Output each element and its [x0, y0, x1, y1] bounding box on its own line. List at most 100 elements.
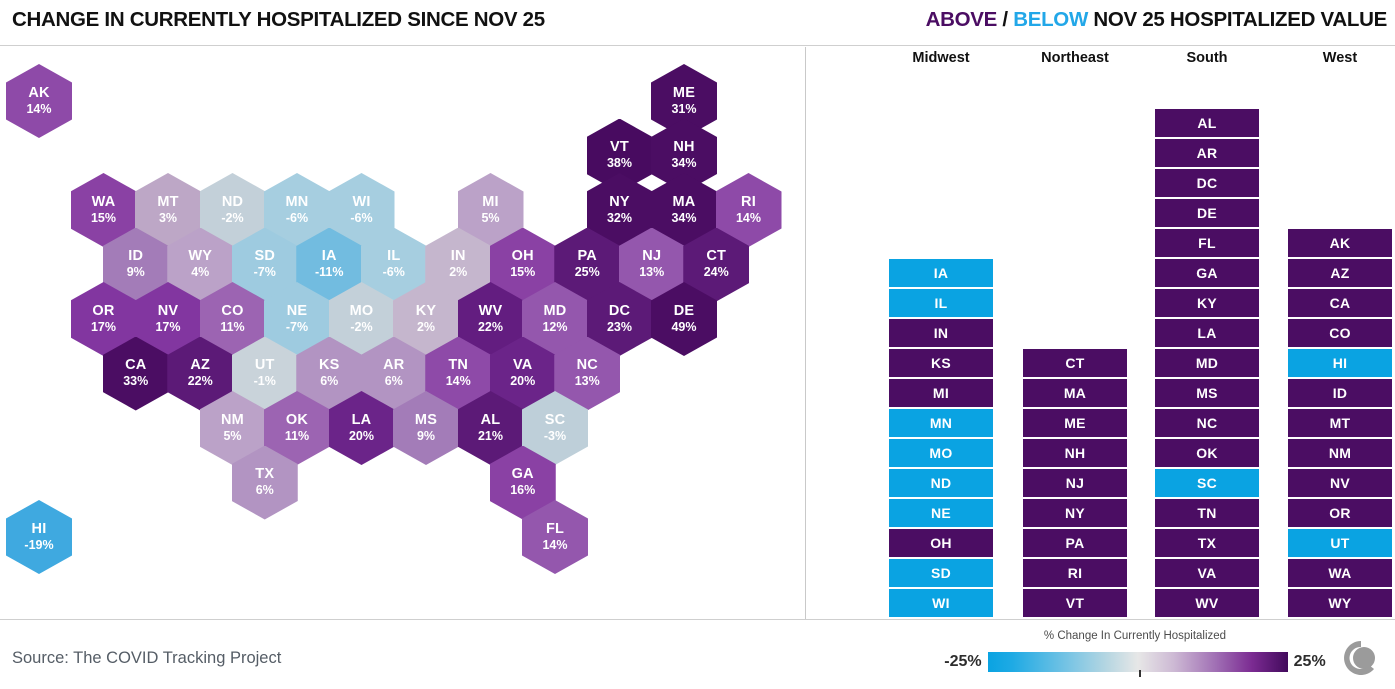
hex-tile-abbr: NH	[673, 139, 695, 156]
state-chip-hi[interactable]: HI	[1288, 349, 1392, 377]
state-chip-ct[interactable]: CT	[1023, 349, 1127, 377]
state-chip-al[interactable]: AL	[1155, 109, 1259, 137]
state-chip-ky[interactable]: KY	[1155, 289, 1259, 317]
state-chip-wa[interactable]: WA	[1288, 559, 1392, 587]
hex-tile-value: 15%	[510, 265, 536, 280]
state-chip-ms[interactable]: MS	[1155, 379, 1259, 407]
hex-tile-value: 15%	[90, 210, 117, 225]
state-chip-wi[interactable]: WI	[889, 589, 993, 617]
region-column-west: West AK AZ CA CO HI ID MT NM NV OR UT WA WY	[1265, 47, 1395, 617]
state-chip-mt[interactable]: MT	[1288, 409, 1392, 437]
state-chip-mi[interactable]: MI	[889, 379, 993, 407]
hex-tile-value: 9%	[416, 428, 436, 443]
state-chip-ok[interactable]: OK	[1155, 439, 1259, 467]
state-chip-mn[interactable]: MN	[889, 409, 993, 437]
hex-tile-ak[interactable]: AK 14%	[6, 64, 72, 138]
hex-tile-abbr: ID	[128, 248, 144, 265]
hex-tile-value: 16%	[510, 483, 536, 498]
state-chip-ks[interactable]: KS	[889, 349, 993, 377]
state-chip-ut[interactable]: UT	[1288, 529, 1392, 557]
state-chip-oh[interactable]: OH	[889, 529, 993, 557]
state-chip-nj[interactable]: NJ	[1023, 469, 1127, 497]
state-chip-ne[interactable]: NE	[889, 499, 993, 527]
state-chip-in[interactable]: IN	[889, 319, 993, 347]
hex-tile-abbr: SC	[544, 411, 566, 428]
hex-tile-value: 17%	[155, 319, 181, 334]
state-chip-sd[interactable]: SD	[889, 559, 993, 587]
state-chip-az[interactable]: AZ	[1288, 259, 1392, 287]
region-header-northeast: Northeast	[1041, 50, 1109, 66]
state-chip-nh[interactable]: NH	[1023, 439, 1127, 467]
state-chip-nd[interactable]: ND	[889, 469, 993, 497]
hex-tile-value: 9%	[126, 265, 145, 280]
panel-title-rest: NOV 25 HOSPITALIZED VALUE	[1093, 8, 1387, 31]
state-chip-vt[interactable]: VT	[1023, 589, 1127, 617]
hex-tile-abbr: MD	[543, 302, 567, 319]
state-chip-co[interactable]: CO	[1288, 319, 1392, 347]
hex-tile-value: 11%	[284, 428, 310, 443]
hex-tile-value: 14%	[445, 374, 471, 389]
hex-tile-abbr: KY	[415, 302, 437, 319]
color-legend: % Change In Currently Hospitalized -25% …	[935, 630, 1335, 682]
hex-tile-abbr: DE	[673, 302, 695, 319]
state-chip-mo[interactable]: MO	[889, 439, 993, 467]
header-bar: CHANGE IN CURRENTLY HOSPITALIZED SINCE N…	[0, 0, 1395, 46]
hex-tile-value: 33%	[123, 374, 149, 389]
state-chip-ny[interactable]: NY	[1023, 499, 1127, 527]
hex-tile-abbr: CO	[221, 302, 244, 319]
state-chip-tn[interactable]: TN	[1155, 499, 1259, 527]
state-chip-ga[interactable]: GA	[1155, 259, 1259, 287]
state-chip-il[interactable]: IL	[889, 289, 993, 317]
state-chip-ar[interactable]: AR	[1155, 139, 1259, 167]
state-chip-la[interactable]: LA	[1155, 319, 1259, 347]
state-chip-sc[interactable]: SC	[1155, 469, 1259, 497]
hex-tile-abbr: VA	[513, 357, 533, 374]
state-chip-ri[interactable]: RI	[1023, 559, 1127, 587]
state-chip-ma[interactable]: MA	[1023, 379, 1127, 407]
state-chip-md[interactable]: MD	[1155, 349, 1259, 377]
legend-max-label: 25%	[1293, 653, 1326, 670]
region-column-south: South AL AR DC DE FL GA KY LA MD MS NC OK SC TN TX VA WV	[1132, 47, 1282, 617]
state-chip-me[interactable]: ME	[1023, 409, 1127, 437]
us-hex-tile-map: AK 14% ME 31% VT 38% NH 34% WA 15% MT 3% ND -2% MN -6% W…	[0, 47, 805, 619]
hex-tile-value: 2%	[416, 319, 436, 334]
hex-tile-value: 4%	[191, 265, 210, 280]
hex-tile-abbr: NE	[286, 302, 308, 319]
state-chip-fl[interactable]: FL	[1155, 229, 1259, 257]
panel-title-slash: /	[1002, 8, 1008, 31]
hex-tile-value: 34%	[671, 156, 697, 171]
state-chip-tx[interactable]: TX	[1155, 529, 1259, 557]
state-chip-ak[interactable]: AK	[1288, 229, 1392, 257]
state-chip-ia[interactable]: IA	[889, 259, 993, 287]
panel-title: ABOVE / BELOW NOV 25 HOSPITALIZED VALUE	[926, 8, 1388, 32]
source-note: Source: The COVID Tracking Project	[12, 649, 282, 667]
hex-tile-hi[interactable]: HI -19%	[6, 500, 72, 574]
hex-tile-abbr: OK	[285, 411, 309, 428]
hex-tile-abbr: MO	[349, 302, 374, 319]
state-chip-ca[interactable]: CA	[1288, 289, 1392, 317]
hex-tile-value: -1%	[253, 374, 276, 389]
hex-tile-value: 11%	[220, 319, 245, 334]
state-chip-de[interactable]: DE	[1155, 199, 1259, 227]
hex-tile-abbr: HI	[31, 520, 47, 537]
state-chip-pa[interactable]: PA	[1023, 529, 1127, 557]
state-chip-dc[interactable]: DC	[1155, 169, 1259, 197]
state-chip-nm[interactable]: NM	[1288, 439, 1392, 467]
state-chip-va[interactable]: VA	[1155, 559, 1259, 587]
hex-tile-abbr: LA	[351, 411, 372, 428]
hex-tile-abbr: SD	[254, 248, 276, 265]
panel-title-below: BELOW	[1013, 8, 1088, 31]
state-chip-wv[interactable]: WV	[1155, 589, 1259, 617]
region-stack-northeast: CT MA ME NH NJ NY PA RI VT	[1000, 349, 1150, 619]
state-chip-wy[interactable]: WY	[1288, 589, 1392, 617]
hex-tile-abbr: AR	[383, 357, 405, 374]
state-chip-id[interactable]: ID	[1288, 379, 1392, 407]
hex-tile-abbr: MT	[157, 193, 179, 210]
hex-tile-abbr: MS	[414, 411, 438, 428]
hex-tile-abbr: WA	[91, 193, 116, 210]
state-chip-nv[interactable]: NV	[1288, 469, 1392, 497]
state-chip-or[interactable]: OR	[1288, 499, 1392, 527]
hex-tile-value: 14%	[26, 101, 52, 116]
region-stack-south: AL AR DC DE FL GA KY LA MD MS NC OK SC TN TX VA WV	[1132, 109, 1282, 619]
state-chip-nc[interactable]: NC	[1155, 409, 1259, 437]
